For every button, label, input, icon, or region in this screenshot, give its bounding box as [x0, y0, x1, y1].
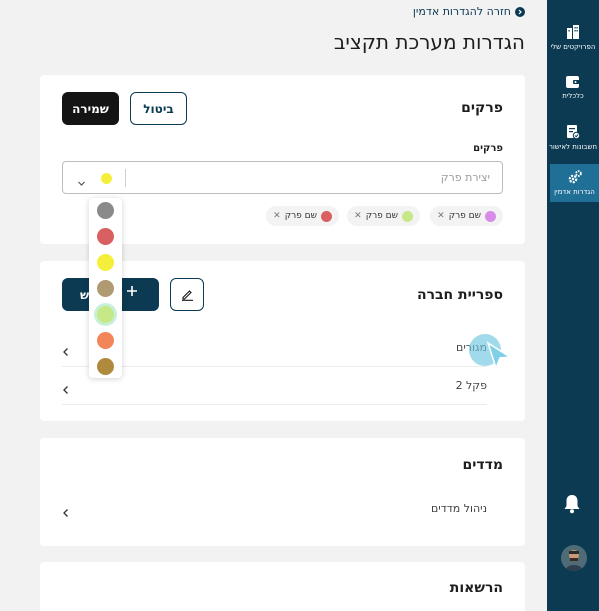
indices-card: מדדים ניהול מדדים: [40, 438, 525, 546]
color-swatch[interactable]: [97, 280, 114, 297]
library-title: ספריית חברה: [416, 287, 503, 303]
cursor-arrow-icon: [486, 341, 513, 375]
back-link-label: חזרה להגדרות אדמין: [412, 5, 511, 18]
color-swatch[interactable]: [97, 358, 114, 375]
sidebar-item-label: כלכלית: [562, 92, 584, 100]
tag-color-dot: [485, 210, 496, 222]
sidebar: הפרויקטים שלי כלכלית חשבונות לאישור הגדר…: [547, 0, 599, 611]
color-swatch[interactable]: [97, 254, 114, 271]
chapter-tag: שם פרק ✕: [347, 206, 420, 226]
sidebar-item-label: הגדרות אדמין: [554, 188, 595, 196]
permissions-card: הרשאות: [40, 562, 525, 611]
plus-icon: [126, 285, 138, 300]
tag-label: שם פרק: [284, 211, 317, 221]
color-swatch[interactable]: [97, 228, 114, 245]
sidebar-item-admin-settings[interactable]: הגדרות אדמין: [550, 164, 599, 202]
color-swatch[interactable]: [97, 306, 114, 323]
sidebar-item-finance[interactable]: כלכלית: [547, 64, 599, 112]
chevron-left-icon: [62, 503, 70, 522]
cancel-button[interactable]: ביטול: [130, 92, 187, 125]
sidebar-item-label: הפרויקטים שלי: [550, 43, 596, 51]
chapters-title: פרקים: [461, 100, 503, 116]
tag-color-dot: [321, 210, 332, 222]
edit-button[interactable]: [170, 278, 204, 311]
chapter-create-select[interactable]: יצירת פרק: [62, 161, 503, 194]
list-item[interactable]: ניהול מדדים: [62, 490, 487, 528]
selected-color-swatch[interactable]: [101, 173, 112, 184]
sidebar-item-label: חשבונות לאישור: [548, 143, 598, 151]
remove-tag-icon[interactable]: ✕: [273, 211, 281, 221]
wallet-icon: [566, 76, 580, 88]
permissions-title: הרשאות: [449, 580, 503, 596]
list-item[interactable]: פקל 2: [62, 367, 487, 405]
color-palette-dropdown: [89, 198, 122, 378]
gears-icon: [568, 170, 582, 184]
buildings-icon: [567, 25, 579, 39]
save-button[interactable]: שמירה: [62, 92, 119, 125]
chevron-down-icon[interactable]: [77, 173, 86, 192]
chevron-left-icon: [62, 380, 70, 399]
list-item-label: פקל 2: [455, 379, 487, 392]
color-swatch[interactable]: [97, 202, 114, 219]
tag-color-dot: [402, 210, 413, 222]
add-button-label: ש: [80, 287, 90, 302]
chevron-right-icon: [515, 6, 525, 17]
chapter-tag: שם פרק ✕: [430, 206, 503, 226]
back-to-admin-link[interactable]: חזרה להגדרות אדמין: [413, 5, 525, 18]
user-avatar[interactable]: [561, 545, 587, 571]
chapter-name-input[interactable]: יצירת פרק: [441, 171, 490, 184]
indices-title: מדדים: [462, 457, 503, 473]
sidebar-item-my-projects[interactable]: הפרויקטים שלי: [547, 14, 599, 62]
list-item-label: ניהול מדדים: [430, 502, 487, 515]
color-swatch[interactable]: [97, 332, 114, 349]
list-item[interactable]: מגורים: [62, 329, 487, 367]
pencil-icon: [181, 290, 193, 301]
page-title: הגדרות מערכת תקציב: [333, 30, 525, 54]
bell-icon[interactable]: [563, 494, 581, 518]
remove-tag-icon[interactable]: ✕: [354, 211, 362, 221]
chapters-field-label: פרקים: [473, 143, 503, 154]
chapter-tag: שם פרק ✕: [266, 206, 339, 226]
chevron-left-icon: [62, 342, 70, 361]
tag-label: שם פרק: [448, 211, 481, 221]
sidebar-item-invoices[interactable]: חשבונות לאישור: [547, 114, 599, 162]
remove-tag-icon[interactable]: ✕: [437, 211, 445, 221]
tag-label: שם פרק: [365, 211, 398, 221]
divider: [125, 169, 126, 187]
invoice-check-icon: [567, 125, 580, 139]
